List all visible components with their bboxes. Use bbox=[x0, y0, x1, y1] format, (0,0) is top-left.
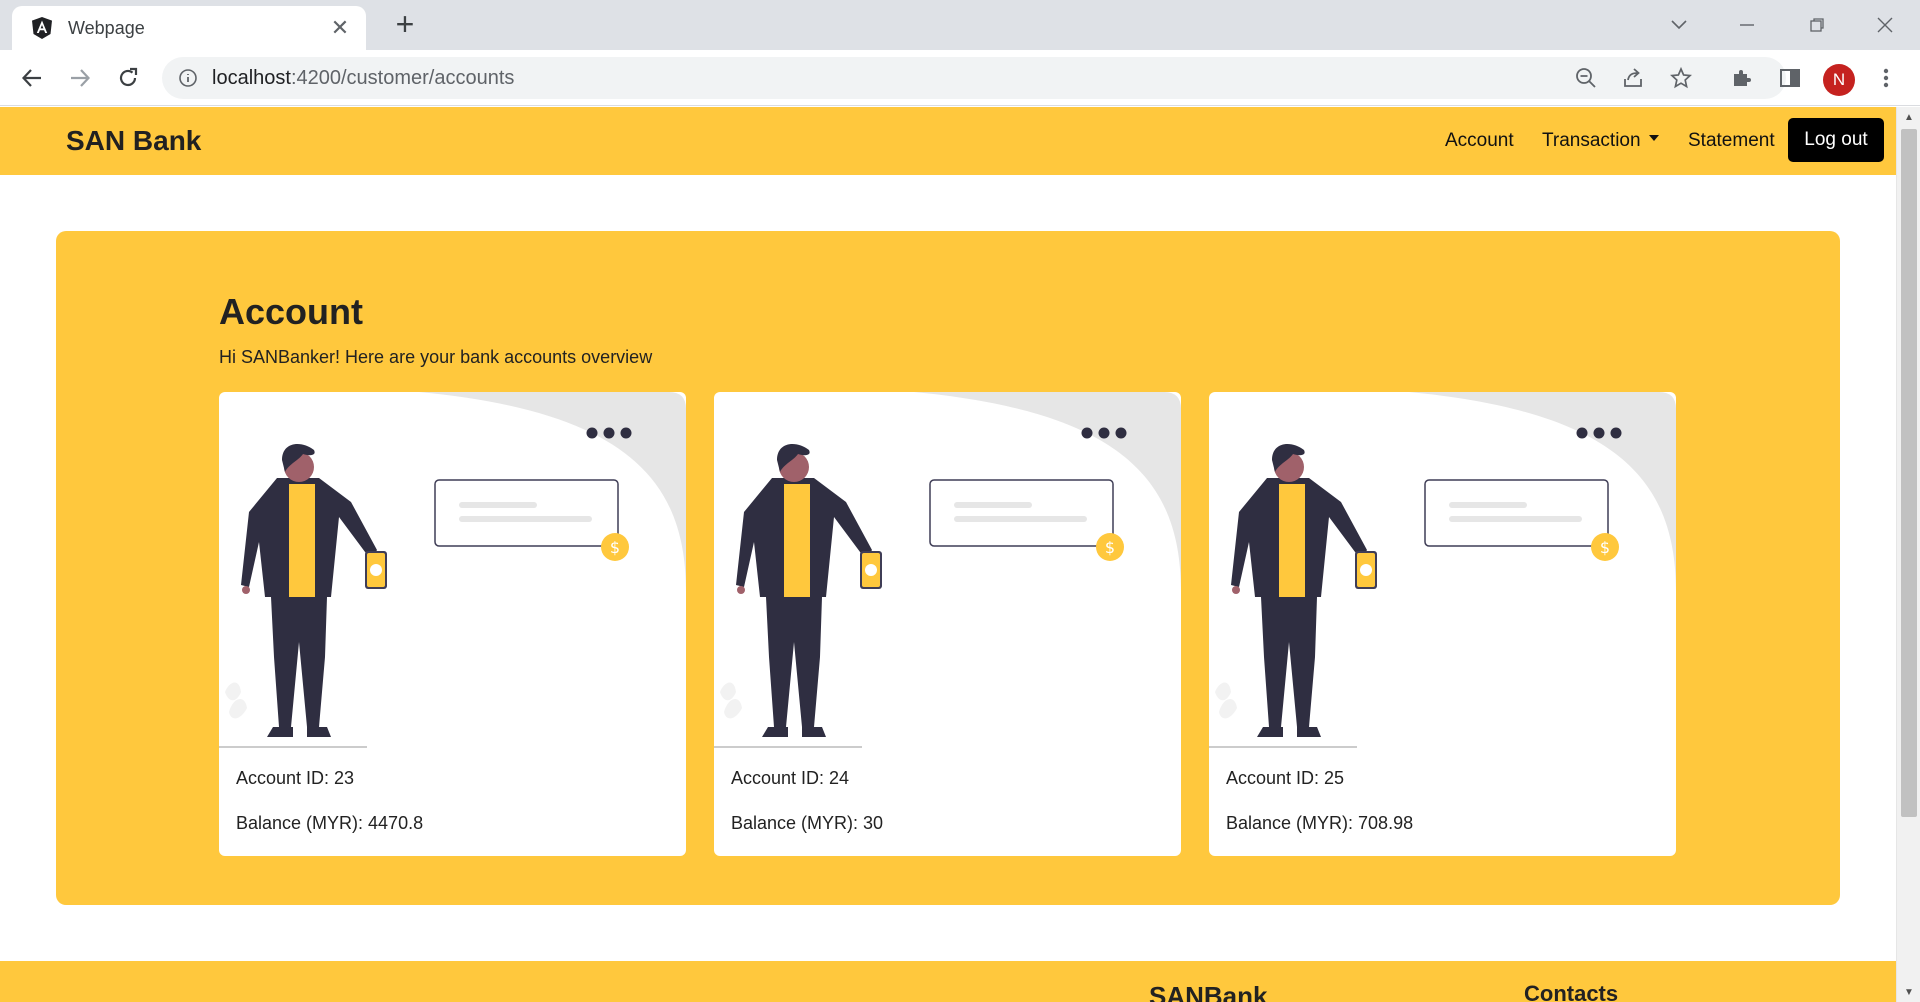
tab-title: Webpage bbox=[68, 17, 145, 38]
svg-text:$: $ bbox=[1600, 538, 1610, 557]
account-balance: Balance (MYR): 30 bbox=[731, 813, 884, 833]
zoom-out-icon[interactable] bbox=[1569, 61, 1603, 95]
browser-tab-strip: Webpage ✕ + bbox=[0, 0, 1920, 50]
svg-text:$: $ bbox=[610, 538, 620, 557]
window-close-icon[interactable] bbox=[1868, 10, 1902, 40]
page-viewport: SAN Bank Account Transaction Statement L… bbox=[0, 107, 1896, 1002]
back-icon[interactable] bbox=[14, 60, 50, 96]
minimize-icon[interactable] bbox=[1730, 10, 1764, 40]
account-id: Account ID: 24 bbox=[731, 768, 850, 788]
extensions-icon[interactable] bbox=[1724, 60, 1760, 96]
reload-icon[interactable] bbox=[110, 60, 146, 96]
star-icon[interactable] bbox=[1664, 61, 1698, 95]
footer-contacts-heading: Contacts bbox=[1524, 981, 1619, 1002]
page-scrollbar[interactable]: ▲ ▼ bbox=[1896, 107, 1920, 1002]
account-balance: Balance (MYR): 708.98 bbox=[1226, 813, 1414, 833]
logout-button[interactable]: Log out bbox=[1788, 118, 1884, 162]
scroll-down-icon[interactable]: ▼ bbox=[1897, 982, 1920, 1002]
avatar[interactable]: N bbox=[1823, 64, 1855, 96]
nav-account-link[interactable]: Account bbox=[1445, 130, 1514, 152]
plus-icon[interactable]: + bbox=[388, 8, 422, 42]
forward-icon[interactable] bbox=[62, 60, 98, 96]
account-card[interactable]: $ Account ID: 24 Balance (MYR): 30 bbox=[714, 392, 1181, 856]
account-card[interactable]: $ Account ID: 23 Balance (MYR): 4470.8 bbox=[219, 392, 686, 856]
share-icon[interactable] bbox=[1616, 61, 1650, 95]
page-footer: SANBank Contacts bbox=[0, 961, 1896, 1002]
accounts-panel: Account Hi SANBanker! Here are your bank… bbox=[56, 231, 1840, 905]
app-navbar: SAN Bank Account Transaction Statement L… bbox=[0, 107, 1896, 175]
side-panel-icon[interactable] bbox=[1772, 60, 1808, 96]
menu-icon[interactable] bbox=[1868, 60, 1904, 96]
svg-text:$: $ bbox=[1105, 538, 1115, 557]
footer-brand: SANBank bbox=[1149, 981, 1268, 1002]
account-id: Account ID: 23 bbox=[236, 768, 355, 788]
account-card[interactable]: $ Account ID: 25 Balance (MYR): 708.98 bbox=[1209, 392, 1676, 856]
scroll-thumb[interactable] bbox=[1901, 129, 1917, 817]
address-bar[interactable]: localhost:4200/customer/accounts bbox=[162, 57, 1786, 99]
info-icon[interactable] bbox=[178, 68, 198, 88]
account-id: Account ID: 25 bbox=[1226, 768, 1345, 788]
page-subtitle: Hi SANBanker! Here are your bank account… bbox=[219, 347, 653, 367]
caret-down-icon bbox=[1648, 134, 1659, 141]
restore-icon[interactable] bbox=[1800, 10, 1834, 40]
page-title: Account bbox=[219, 291, 363, 332]
close-icon[interactable]: ✕ bbox=[326, 15, 354, 41]
chevron-down-icon[interactable] bbox=[1662, 10, 1696, 40]
scroll-up-icon[interactable]: ▲ bbox=[1897, 107, 1920, 127]
nav-transaction-dropdown[interactable]: Transaction bbox=[1542, 130, 1659, 152]
url-text: localhost:4200/customer/accounts bbox=[212, 66, 515, 89]
person-with-phone-illustration: $ bbox=[219, 392, 686, 748]
nav-statement-link[interactable]: Statement bbox=[1688, 130, 1775, 152]
angular-icon bbox=[32, 17, 52, 39]
account-balance: Balance (MYR): 4470.8 bbox=[236, 813, 424, 833]
browser-toolbar: localhost:4200/customer/accounts N bbox=[0, 50, 1920, 106]
person-with-phone-illustration: $ bbox=[1209, 392, 1676, 748]
browser-tab[interactable]: Webpage ✕ bbox=[12, 6, 366, 50]
person-with-phone-illustration: $ bbox=[714, 392, 1181, 748]
brand-logo[interactable]: SAN Bank bbox=[66, 125, 201, 157]
